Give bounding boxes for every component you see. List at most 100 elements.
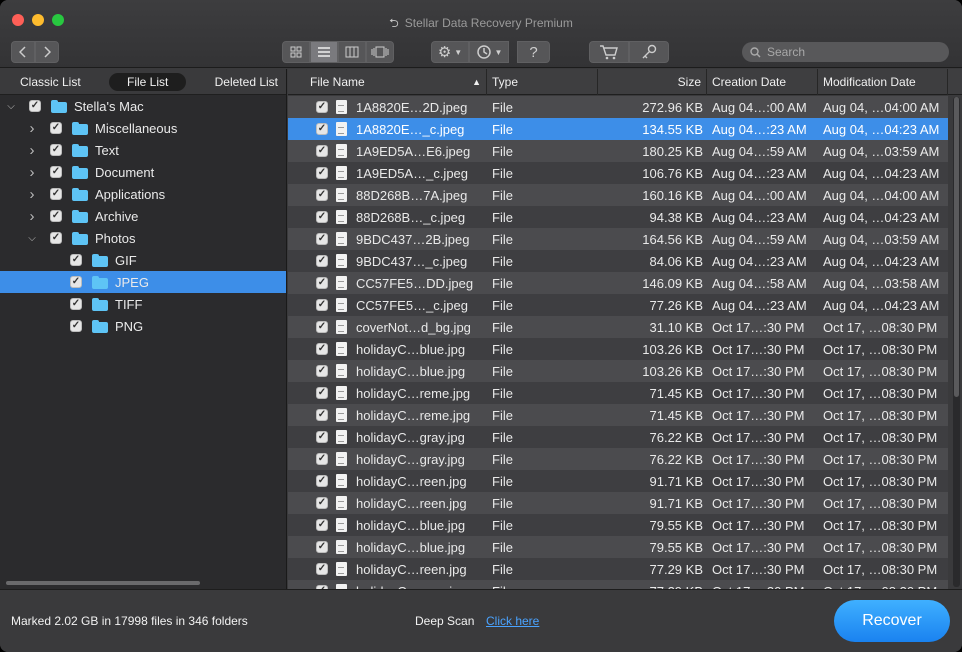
tree-item[interactable]: › Document	[0, 161, 286, 183]
nav-back-button[interactable]	[11, 41, 35, 63]
tree-item[interactable]: TIFF	[0, 293, 286, 315]
table-row[interactable]: CC57FE5…DD.jpeg File 146.09 KB Aug 04…:58 A…	[288, 272, 948, 294]
disclosure-collapsed-icon[interactable]: ›	[26, 142, 38, 159]
tree-item[interactable]: › Archive	[0, 205, 286, 227]
table-row[interactable]: holidayC…reen.jpg File 91.71 KB Oct 17…:30 …	[288, 470, 948, 492]
tree-item[interactable]: › Miscellaneous	[0, 117, 286, 139]
recover-button[interactable]: Recover	[834, 600, 950, 642]
tree-horizontal-scrollbar[interactable]	[6, 581, 200, 585]
table-row[interactable]: holidayC…blue.jpg File 79.55 KB Oct 17…:30 …	[288, 536, 948, 558]
cover-flow-view-button[interactable]	[366, 41, 394, 63]
file-row-checkbox[interactable]	[316, 233, 328, 245]
tree-item[interactable]: ⌵ Photos	[0, 227, 286, 249]
table-row[interactable]: CC57FE5…_c.jpeg File 77.26 KB Aug 04…:23 AM…	[288, 294, 948, 316]
file-row-checkbox[interactable]	[316, 519, 328, 531]
table-vertical-scrollbar[interactable]	[953, 97, 960, 587]
history-button[interactable]: ▼	[469, 41, 509, 63]
tree-item-checkbox[interactable]	[50, 210, 62, 222]
tree-item-checkbox[interactable]	[70, 276, 82, 288]
table-row[interactable]: 88D268B…_c.jpeg File 94.38 KB Aug 04…:23 AM…	[288, 206, 948, 228]
file-row-checkbox[interactable]	[316, 431, 328, 443]
file-row-checkbox[interactable]	[316, 189, 328, 201]
file-row-checkbox[interactable]	[316, 101, 328, 113]
tab-deleted-list[interactable]: Deleted List	[197, 73, 278, 91]
file-row-checkbox[interactable]	[316, 541, 328, 553]
tree-item-checkbox[interactable]	[50, 232, 62, 244]
column-header-creation-date[interactable]: Creation Date	[707, 69, 818, 95]
tree-item[interactable]: PNG	[0, 315, 286, 337]
tab-classic-list[interactable]: Classic List	[20, 73, 99, 91]
buy-button[interactable]	[589, 41, 629, 63]
file-row-checkbox[interactable]	[316, 409, 328, 421]
scrollbar-thumb[interactable]	[954, 97, 959, 397]
file-row-checkbox[interactable]	[316, 475, 328, 487]
icon-view-button[interactable]	[282, 41, 310, 63]
search-input[interactable]	[767, 45, 937, 59]
file-row-checkbox[interactable]	[316, 343, 328, 355]
file-row-checkbox[interactable]	[316, 321, 328, 333]
file-row-checkbox[interactable]	[316, 277, 328, 289]
table-row[interactable]: 1A9ED5A…E6.jpeg File 180.25 KB Aug 04…:59 A…	[288, 140, 948, 162]
table-row[interactable]: holidayC…reen.jpgFile77.29 KBOct 17…:30 …	[288, 580, 948, 589]
file-row-checkbox[interactable]	[316, 453, 328, 465]
activate-button[interactable]	[629, 41, 669, 63]
disclosure-expanded-icon[interactable]: ⌵	[26, 233, 38, 244]
table-row[interactable]: 1A9ED5A…_c.jpeg File 106.76 KB Aug 04…:23 A…	[288, 162, 948, 184]
table-row[interactable]: holidayC…blue.jpg File 103.26 KB Oct 17…:30…	[288, 338, 948, 360]
column-header-modification-date[interactable]: Modification Date	[818, 69, 948, 95]
tree-item-checkbox[interactable]	[70, 254, 82, 266]
tree-item-checkbox[interactable]	[50, 166, 62, 178]
table-row[interactable]: holidayC…reme.jpg File 71.45 KB Oct 17…:30 …	[288, 382, 948, 404]
nav-forward-button[interactable]	[35, 41, 59, 63]
settings-button[interactable]: ⚙ ▼	[431, 41, 469, 63]
file-row-checkbox[interactable]	[316, 497, 328, 509]
file-row-checkbox[interactable]	[316, 167, 328, 179]
file-row-checkbox[interactable]	[316, 255, 328, 267]
file-row-checkbox[interactable]	[316, 211, 328, 223]
tree-item-checkbox[interactable]	[29, 100, 41, 112]
disclosure-collapsed-icon[interactable]: ›	[26, 208, 38, 225]
column-header-file-name[interactable]: File Name ▲	[288, 69, 487, 95]
table-row[interactable]: 9BDC437…2B.jpeg File 164.56 KB Aug 04…:59 A…	[288, 228, 948, 250]
table-row[interactable]: holidayC…blue.jpg File 103.26 KB Oct 17…:30…	[288, 360, 948, 382]
table-row[interactable]: holidayC…reme.jpg File 71.45 KB Oct 17…:30 …	[288, 404, 948, 426]
tree-item[interactable]: JPEG	[0, 271, 286, 293]
table-row[interactable]: 1A8820E…2D.jpeg File 272.96 KB Aug 04…:00 A…	[288, 96, 948, 118]
tree-item-checkbox[interactable]	[50, 144, 62, 156]
tree-item[interactable]: › Applications	[0, 183, 286, 205]
table-row[interactable]: holidayC…gray.jpg File 76.22 KB Oct 17…:30 …	[288, 448, 948, 470]
tree-item[interactable]: ⌵ Stella's Mac	[0, 95, 286, 117]
column-view-button[interactable]	[338, 41, 366, 63]
column-header-size[interactable]: Size	[598, 69, 707, 95]
list-view-button[interactable]	[310, 41, 338, 63]
table-row[interactable]: 1A8820E…_c.jpeg File 134.55 KB Aug 04…:23 A…	[288, 118, 948, 140]
table-row[interactable]: 88D268B…7A.jpeg File 160.16 KB Aug 04…:00 A…	[288, 184, 948, 206]
tree-item-checkbox[interactable]	[50, 188, 62, 200]
tab-file-list[interactable]: File List	[108, 72, 187, 91]
table-row[interactable]: holidayC…reen.jpgFile77.29 KBOct 17…:30 …	[288, 558, 948, 580]
file-row-checkbox[interactable]	[316, 123, 328, 135]
search-box[interactable]	[742, 42, 949, 62]
file-row-checkbox[interactable]	[316, 365, 328, 377]
table-row[interactable]: holidayC…gray.jpg File 76.22 KB Oct 17…:30 …	[288, 426, 948, 448]
deep-scan-link[interactable]: Click here	[486, 614, 539, 628]
tree-item[interactable]: › Text	[0, 139, 286, 161]
column-header-type[interactable]: Type	[487, 69, 598, 95]
file-row-checkbox[interactable]	[316, 299, 328, 311]
disclosure-expanded-icon[interactable]: ⌵	[5, 101, 17, 112]
file-row-checkbox[interactable]	[316, 563, 328, 575]
disclosure-collapsed-icon[interactable]: ›	[26, 120, 38, 137]
tree-item-checkbox[interactable]	[70, 320, 82, 332]
file-row-checkbox[interactable]	[316, 145, 328, 157]
help-button[interactable]: ?	[517, 41, 550, 63]
table-row[interactable]: 9BDC437…_c.jpeg File 84.06 KB Aug 04…:23 AM…	[288, 250, 948, 272]
file-row-checkbox[interactable]	[316, 387, 328, 399]
tree-item[interactable]: GIF	[0, 249, 286, 271]
disclosure-collapsed-icon[interactable]: ›	[26, 186, 38, 203]
table-row[interactable]: coverNot…d_bg.jpg File 31.10 KB Oct 17…:30 …	[288, 316, 948, 338]
tree-item-checkbox[interactable]	[50, 122, 62, 134]
table-row[interactable]: holidayC…reen.jpg File 91.71 KB Oct 17…:30 …	[288, 492, 948, 514]
tree-item-checkbox[interactable]	[70, 298, 82, 310]
table-row[interactable]: holidayC…blue.jpg File 79.55 KB Oct 17…:30 …	[288, 514, 948, 536]
disclosure-collapsed-icon[interactable]: ›	[26, 164, 38, 181]
